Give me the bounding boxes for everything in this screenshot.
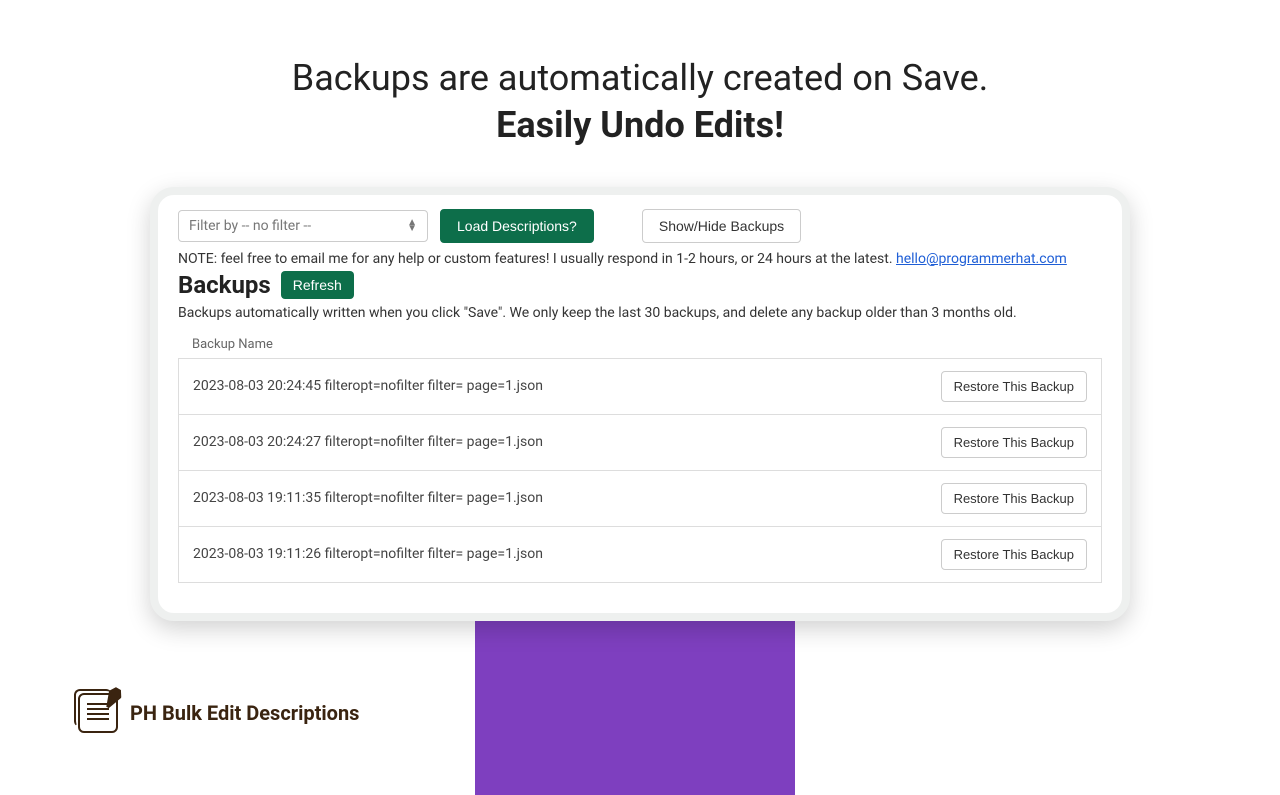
restore-button[interactable]: Restore This Backup [941,427,1087,458]
load-descriptions-button[interactable]: Load Descriptions? [440,209,594,243]
toolbar: Filter by -- no filter -- ▲▼ Load Descri… [178,209,1102,243]
notepad-icon [78,693,118,733]
brand-footer: PH Bulk Edit Descriptions [78,693,359,733]
backups-heading: Backups [178,271,271,299]
filter-select[interactable]: Filter by -- no filter -- ▲▼ [178,210,428,242]
help-email-link[interactable]: hello@programmerhat.com [896,251,1067,267]
backups-header: Backups Refresh [178,271,1102,299]
refresh-button[interactable]: Refresh [281,271,354,299]
table-row: 2023-08-03 20:24:27 filteropt=nofilter f… [178,415,1102,471]
restore-button[interactable]: Restore This Backup [941,539,1087,570]
table-row: 2023-08-03 19:11:35 filteropt=nofilter f… [178,471,1102,527]
restore-button[interactable]: Restore This Backup [941,483,1087,514]
backups-column-header: Backup Name [178,331,1102,358]
backup-name: 2023-08-03 20:24:27 filteropt=nofilter f… [193,434,543,450]
app-panel: Filter by -- no filter -- ▲▼ Load Descri… [150,187,1130,621]
brand-name: PH Bulk Edit Descriptions [130,701,359,725]
help-note-text: NOTE: feel free to email me for any help… [178,251,896,267]
page-headline: Backups are automatically created on Sav… [0,55,1280,149]
table-row: 2023-08-03 19:11:26 filteropt=nofilter f… [178,527,1102,583]
restore-button[interactable]: Restore This Backup [941,371,1087,402]
backup-name: 2023-08-03 20:24:45 filteropt=nofilter f… [193,378,543,394]
backups-table: 2023-08-03 20:24:45 filteropt=nofilter f… [178,358,1102,583]
backup-name: 2023-08-03 19:11:26 filteropt=nofilter f… [193,546,543,562]
headline-line2: Easily Undo Edits! [496,104,784,146]
backups-description: Backups automatically written when you c… [178,305,1102,321]
help-note: NOTE: feel free to email me for any help… [178,251,1102,267]
table-row: 2023-08-03 20:24:45 filteropt=nofilter f… [178,359,1102,415]
updown-icon: ▲▼ [407,220,417,232]
backup-name: 2023-08-03 19:11:35 filteropt=nofilter f… [193,490,543,506]
filter-select-label: Filter by -- no filter -- [189,218,311,234]
toggle-backups-button[interactable]: Show/Hide Backups [642,209,801,243]
headline-line1: Backups are automatically created on Sav… [292,57,988,99]
decorative-purple-block [475,615,795,795]
